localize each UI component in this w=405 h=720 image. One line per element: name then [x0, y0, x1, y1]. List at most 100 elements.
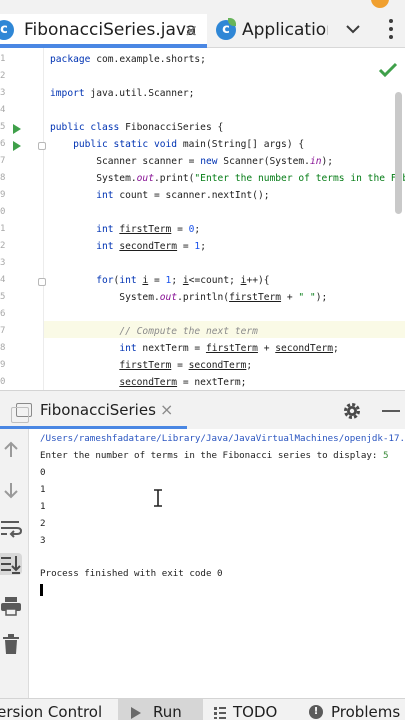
- console-prompt: Enter the number of terms in the Fibonac…: [40, 450, 383, 461]
- process-exit-message: Process finished with exit code 0: [40, 568, 223, 579]
- bottom-tool-bar: Version Control Run TODO ! Problems: [0, 698, 405, 720]
- gear-icon[interactable]: [342, 401, 362, 421]
- code-text: // Compute the next term: [119, 326, 258, 337]
- code-line[interactable]: 7 // Compute the next term: [0, 325, 405, 342]
- run-config-title[interactable]: FibonacciSeries: [40, 401, 156, 419]
- code-line[interactable]: 9 int count = scanner.nextInt();: [0, 189, 405, 206]
- code-line[interactable]: 1 package com.example.shorts;: [0, 53, 405, 70]
- line-number: 1: [0, 224, 6, 234]
- code-line[interactable]: 6 public static void main(String[] args)…: [0, 138, 405, 155]
- code-line[interactable]: 8 System.out.print("Enter the number of …: [0, 172, 405, 189]
- tab-label: FibonacciSeries.java: [24, 20, 197, 40]
- console-output-line: 1: [40, 501, 46, 512]
- code-line[interactable]: 2: [0, 70, 405, 87]
- console-output-line: 1: [40, 484, 46, 495]
- console-icon: [11, 403, 32, 423]
- tab-label: Application.java: [242, 20, 328, 40]
- problems-icon: !: [309, 705, 323, 719]
- down-arrow-icon[interactable]: [0, 479, 22, 501]
- soft-wrap-icon[interactable]: [0, 517, 22, 539]
- line-number: 2: [0, 241, 6, 251]
- run-icon: [131, 707, 141, 719]
- code-text: int nextTerm = firstTerm + secondTerm;: [119, 343, 339, 354]
- console-output-line: 0: [40, 467, 46, 478]
- code-line[interactable]: 6: [0, 308, 405, 325]
- console-output[interactable]: /Users/rameshfadatare/Library/Java/JavaV…: [29, 429, 405, 698]
- code-line[interactable]: 0 secondTerm = nextTerm;: [0, 376, 405, 390]
- fold-marker-icon[interactable]: [38, 142, 46, 150]
- run-tab-close-icon[interactable]: ×: [160, 400, 173, 419]
- line-number: 7: [0, 326, 6, 336]
- code-line[interactable]: 5 public class FibonacciSeries {: [0, 121, 405, 138]
- line-number: 4: [0, 105, 6, 115]
- code-text: int count = scanner.nextInt();: [96, 190, 270, 201]
- line-number: 9: [0, 190, 6, 200]
- code-line[interactable]: 9 firstTerm = secondTerm;: [0, 359, 405, 376]
- line-number: 1: [0, 54, 6, 64]
- more-options-icon[interactable]: [386, 17, 396, 41]
- line-number: 5: [0, 122, 6, 132]
- line-number: 6: [0, 309, 6, 319]
- console-caret: [40, 584, 43, 596]
- code-text: secondTerm = nextTerm;: [119, 377, 247, 388]
- chevron-down-icon[interactable]: [344, 20, 362, 38]
- todo-list-icon: [214, 707, 226, 719]
- trash-icon[interactable]: [0, 633, 22, 655]
- code-text: firstTerm = secondTerm;: [119, 360, 253, 371]
- code-text: int firstTerm = 0;: [96, 224, 201, 235]
- editor-scrollbar[interactable]: [395, 92, 402, 214]
- line-number: 0: [0, 207, 6, 217]
- line-number: 4: [0, 275, 6, 285]
- code-editor[interactable]: 1 package com.example.shorts; 2 3 import jav…: [0, 48, 405, 390]
- run-tool-window-header: FibonacciSeries ×: [0, 390, 405, 429]
- code-text: import java.util.Scanner;: [50, 88, 195, 99]
- code-line[interactable]: 4 for(int i = 1; i<=count; i++){: [0, 274, 405, 291]
- line-number: 5: [0, 292, 6, 302]
- java-command-line: /Users/rameshfadatare/Library/Java/JavaV…: [40, 433, 405, 444]
- class-icon: c: [0, 20, 14, 40]
- code-line[interactable]: 3 import java.util.Scanner;: [0, 87, 405, 104]
- gutter-run-icon[interactable]: [13, 141, 21, 151]
- problems-tool-tab[interactable]: Problems: [331, 703, 400, 720]
- code-text: int secondTerm = 1;: [96, 241, 206, 252]
- console-user-input: 5: [382, 450, 389, 461]
- console-output-line: 2: [40, 518, 46, 529]
- hide-panel-icon[interactable]: [382, 410, 400, 412]
- line-number: 3: [0, 258, 6, 268]
- notification-dot: [371, 0, 389, 8]
- gutter-run-icon[interactable]: [13, 124, 21, 134]
- code-line[interactable]: 1 int firstTerm = 0;: [0, 223, 405, 240]
- code-line[interactable]: 7 Scanner scanner = new Scanner(System.i…: [0, 155, 405, 172]
- line-number: 9: [0, 360, 6, 370]
- run-tool-tab[interactable]: Run: [153, 703, 182, 720]
- code-line[interactable]: 4: [0, 104, 405, 121]
- text-cursor-icon: [154, 489, 162, 507]
- editor-tab-bar: c FibonacciSeries.java × c Application.j…: [0, 0, 405, 48]
- code-line[interactable]: 8 int nextTerm = firstTerm + secondTerm;: [0, 342, 405, 359]
- code-line[interactable]: 0: [0, 206, 405, 223]
- line-number: 8: [0, 173, 6, 183]
- code-line[interactable]: 2 int secondTerm = 1;: [0, 240, 405, 257]
- inspection-ok-icon[interactable]: [378, 62, 398, 78]
- console-output-line: 3: [40, 535, 46, 546]
- code-text: System.out.print("Enter the number of te…: [50, 173, 405, 184]
- line-number: 2: [0, 71, 6, 81]
- version-control-tab[interactable]: Version Control: [0, 703, 102, 720]
- code-line[interactable]: 5 System.out.println(firstTerm + " ");: [0, 291, 405, 308]
- code-text: public class FibonacciSeries {: [50, 122, 224, 133]
- print-icon[interactable]: [0, 595, 22, 617]
- todo-tool-tab[interactable]: TODO: [233, 703, 277, 720]
- fold-marker-icon[interactable]: [38, 278, 46, 286]
- up-arrow-icon[interactable]: [0, 439, 22, 461]
- tab-application[interactable]: c Application.java: [208, 14, 328, 48]
- line-number: 7: [0, 156, 6, 166]
- tab-close-icon[interactable]: ×: [184, 21, 198, 41]
- code-line[interactable]: 3: [0, 257, 405, 274]
- line-number: 6: [0, 139, 6, 149]
- console-prompt-line: Enter the number of terms in the Fibonac…: [40, 450, 389, 461]
- spring-class-icon: c: [216, 18, 236, 40]
- tab-fibonacci-series[interactable]: c FibonacciSeries.java ×: [0, 14, 207, 48]
- code-text: System.out.println(firstTerm + " ");: [50, 292, 328, 303]
- scroll-to-end-icon[interactable]: [0, 553, 22, 575]
- code-text: for(int i = 1; i<=count; i++){: [96, 275, 270, 286]
